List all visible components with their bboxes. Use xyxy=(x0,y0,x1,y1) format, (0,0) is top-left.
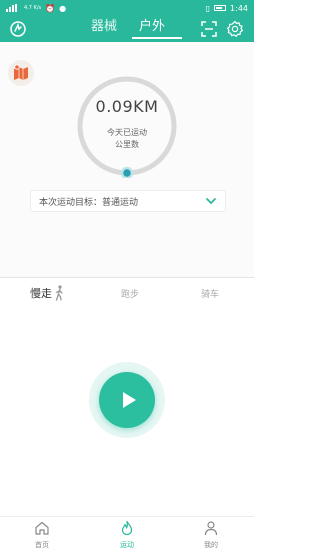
status-bar: 4.7 K/s ⏰ ● ▯ 1:44 xyxy=(0,0,254,16)
chevron-down-icon xyxy=(206,198,216,205)
scan-icon[interactable] xyxy=(200,20,218,38)
goal-text: 本次运动目标：普通运动 xyxy=(39,197,139,208)
nav-profile[interactable]: 我的 xyxy=(191,520,231,550)
user-icon xyxy=(204,521,218,536)
play-icon xyxy=(123,392,136,408)
nav-sport-label: 运动 xyxy=(120,541,134,549)
distance-label-line1: 今天已运动 xyxy=(107,128,147,137)
section-divider xyxy=(0,277,254,278)
mode-tabs: 慢走 跑步 骑车 xyxy=(0,285,254,303)
distance-label-line2: 公里数 xyxy=(115,140,139,149)
alarm-icon: ⏰ xyxy=(45,3,56,13)
distance-progress-ring xyxy=(77,76,177,178)
flame-icon xyxy=(121,520,133,536)
distance-value: 0.09KM xyxy=(95,97,159,116)
map-icon[interactable] xyxy=(8,60,34,86)
home-icon xyxy=(35,521,49,535)
nav-home-label: 首页 xyxy=(35,541,49,549)
top-header: 器械 户外 xyxy=(0,16,254,42)
signal-icon xyxy=(6,4,20,12)
gear-icon[interactable] xyxy=(226,20,244,38)
status-time: 1:44 xyxy=(230,3,248,13)
nav-profile-label: 我的 xyxy=(204,541,218,549)
vibrate-icon: ▯ xyxy=(205,3,211,13)
walker-icon xyxy=(55,285,63,301)
mode-cycle[interactable]: 骑车 xyxy=(201,287,219,300)
tab-equipment[interactable]: 器械 xyxy=(82,18,126,40)
tab-outdoor[interactable]: 户外 xyxy=(130,18,182,40)
progress-knob xyxy=(120,166,134,178)
bottom-nav: 首页 运动 我的 xyxy=(0,516,254,550)
network-speed: 4.7 K/s xyxy=(24,4,42,11)
nav-home[interactable]: 首页 xyxy=(22,520,62,550)
mode-run[interactable]: 跑步 xyxy=(121,287,139,300)
header-tabs: 器械 户外 xyxy=(82,18,182,40)
sport-logo-icon[interactable] xyxy=(9,20,27,38)
start-button[interactable] xyxy=(99,372,155,428)
nav-sport[interactable]: 运动 xyxy=(107,520,147,550)
chat-icon: ● xyxy=(59,3,67,13)
goal-dropdown[interactable]: 本次运动目标：普通运动 xyxy=(30,190,226,212)
battery-icon xyxy=(214,5,227,11)
mode-walk[interactable]: 慢走 xyxy=(30,285,52,301)
